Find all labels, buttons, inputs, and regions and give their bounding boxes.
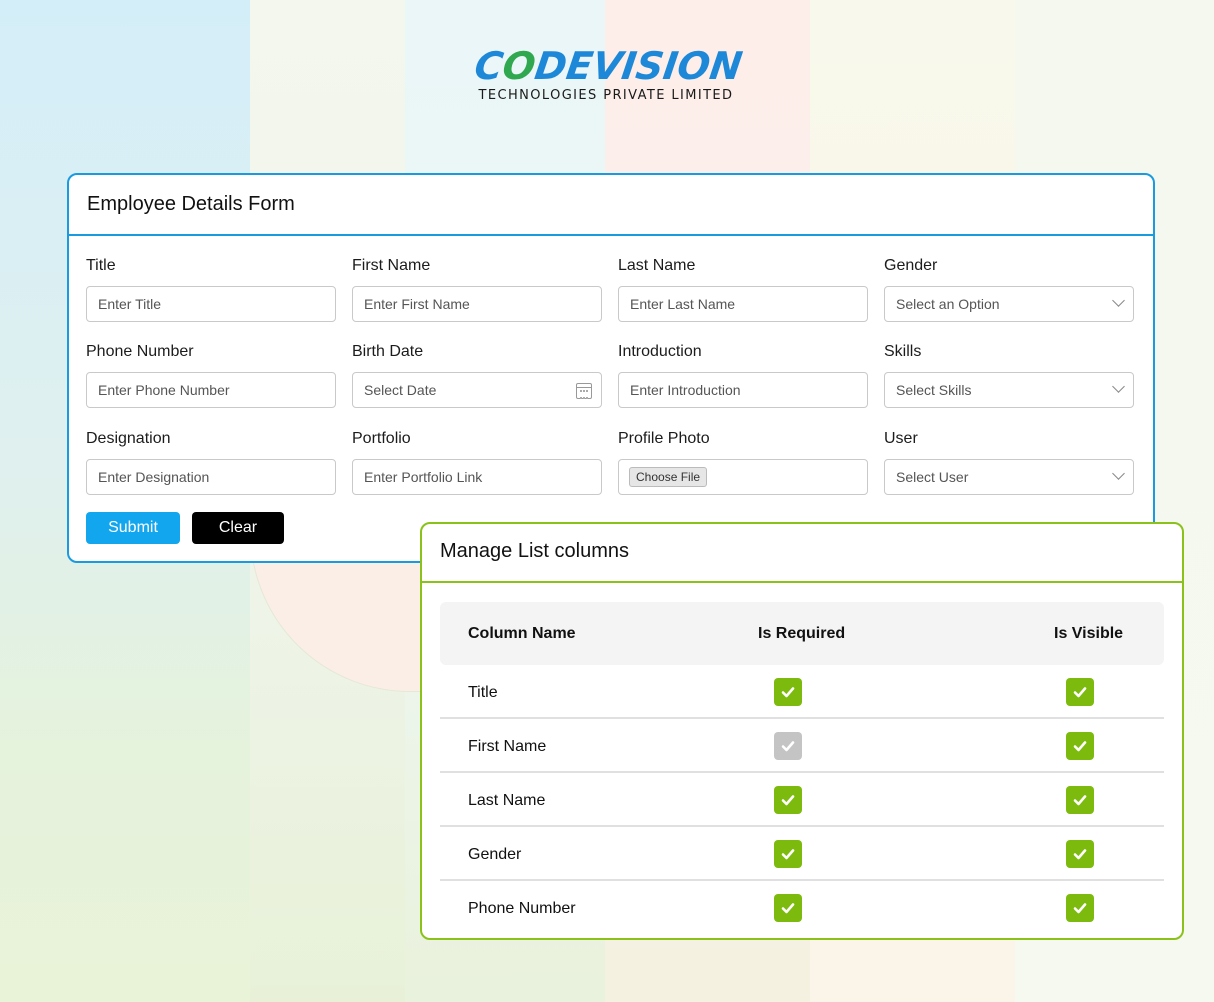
field-designation: Designation Enter Designation [86,430,336,495]
table-header: Column Name Is Required Is Visible [440,602,1164,665]
designation-input[interactable]: Enter Designation [86,459,336,495]
field-first-name: First Name Enter First Name [352,257,602,322]
field-label: First Name [352,257,431,274]
check-icon [1073,741,1087,752]
profile-photo-input[interactable]: Choose File [618,459,868,495]
table-row: First Name [440,719,1164,773]
check-icon [781,795,795,806]
placeholder-text: Enter Title [98,296,162,312]
employee-form-title: Employee Details Form [69,175,1153,236]
employee-details-card: Employee Details Form Title Enter Title … [67,173,1155,563]
check-icon [1073,795,1087,806]
calendar-icon[interactable] [576,383,592,399]
field-label: Birth Date [352,343,424,360]
field-last-name: Last Name Enter Last Name [618,257,868,322]
visible-checkbox[interactable] [1066,678,1094,706]
table-row: Phone Number [440,881,1164,935]
table-row: Title [440,665,1164,719]
placeholder-text: Select an Option [896,296,1000,312]
gender-select[interactable]: Select an Option [884,286,1134,322]
field-label: Title [86,257,116,274]
title-input[interactable]: Enter Title [86,286,336,322]
visible-checkbox[interactable] [1066,786,1094,814]
header-is-visible: Is Visible [1054,625,1124,642]
visible-checkbox[interactable] [1066,840,1094,868]
field-birth-date: Birth Date Select Date [352,343,602,408]
table-row: Gender [440,827,1164,881]
phone-number-input[interactable]: Enter Phone Number [86,372,336,408]
field-user: User Select User [884,430,1134,495]
skills-select[interactable]: Select Skills [884,372,1134,408]
placeholder-text: Enter Portfolio Link [364,469,483,485]
required-checkbox-disabled [774,732,802,760]
user-select[interactable]: Select User [884,459,1134,495]
placeholder-text: Enter Introduction [630,382,741,398]
field-introduction: Introduction Enter Introduction [618,343,868,408]
brand-subtitle: TECHNOLOGIES PRIVATE LIMITED [478,88,734,103]
field-profile-photo: Profile Photo Choose File [618,430,868,495]
placeholder-text: Select Skills [896,382,972,398]
field-label: User [884,430,918,447]
birth-date-input[interactable]: Select Date [352,372,602,408]
check-icon [1073,687,1087,698]
field-label: Last Name [618,257,696,274]
manage-list-title: Manage List columns [422,524,1182,583]
chevron-down-icon [1112,294,1125,307]
visible-checkbox[interactable] [1066,732,1094,760]
placeholder-text: Select User [896,469,969,485]
column-name-cell: First Name [468,738,547,755]
field-portfolio: Portfolio Enter Portfolio Link [352,430,602,495]
chevron-down-icon [1112,380,1125,393]
placeholder-text: Select Date [364,382,437,398]
header-is-required: Is Required [758,625,846,642]
column-name-cell: Gender [468,846,522,863]
field-label: Phone Number [86,343,194,360]
choose-file-button[interactable]: Choose File [629,467,708,487]
check-icon [1073,849,1087,860]
field-label: Profile Photo [618,430,710,447]
field-label: Introduction [618,343,702,360]
field-label: Gender [884,257,938,274]
field-label: Portfolio [352,430,411,447]
placeholder-text: Enter Last Name [630,296,736,312]
header-column-name: Column Name [468,625,576,642]
last-name-input[interactable]: Enter Last Name [618,286,868,322]
brand-logo: CODEVISION TECHNOLOGIES PRIVATE LIMITED [472,44,745,103]
column-name-cell: Last Name [468,792,546,809]
first-name-input[interactable]: Enter First Name [352,286,602,322]
column-name-cell: Title [468,684,498,701]
portfolio-input[interactable]: Enter Portfolio Link [352,459,602,495]
field-title: Title Enter Title [86,257,336,322]
chevron-down-icon [1112,467,1125,480]
field-label: Skills [884,343,922,360]
introduction-input[interactable]: Enter Introduction [618,372,868,408]
field-skills: Skills Select Skills [884,343,1134,408]
clear-button[interactable]: Clear [192,512,284,544]
required-checkbox[interactable] [774,786,802,814]
check-icon [781,687,795,698]
required-checkbox[interactable] [774,840,802,868]
submit-button[interactable]: Submit [86,512,180,544]
check-icon [781,741,795,752]
required-checkbox[interactable] [774,894,802,922]
placeholder-text: Enter First Name [364,296,470,312]
placeholder-text: Enter Phone Number [98,382,230,398]
table-row: Last Name [440,773,1164,827]
field-label: Designation [86,430,171,447]
check-icon [1073,903,1087,914]
columns-table: Column Name Is Required Is Visible Title… [440,602,1164,935]
brand-wordmark: CODEVISION [472,44,745,88]
check-icon [781,849,795,860]
column-name-cell: Phone Number [468,900,576,917]
required-checkbox[interactable] [774,678,802,706]
placeholder-text: Enter Designation [98,469,210,485]
check-icon [781,903,795,914]
field-gender: Gender Select an Option [884,257,1134,322]
manage-list-columns-card: Manage List columns Column Name Is Requi… [420,522,1184,940]
brand-letters: DEVISION [532,44,745,88]
field-phone-number: Phone Number Enter Phone Number [86,343,336,408]
visible-checkbox[interactable] [1066,894,1094,922]
